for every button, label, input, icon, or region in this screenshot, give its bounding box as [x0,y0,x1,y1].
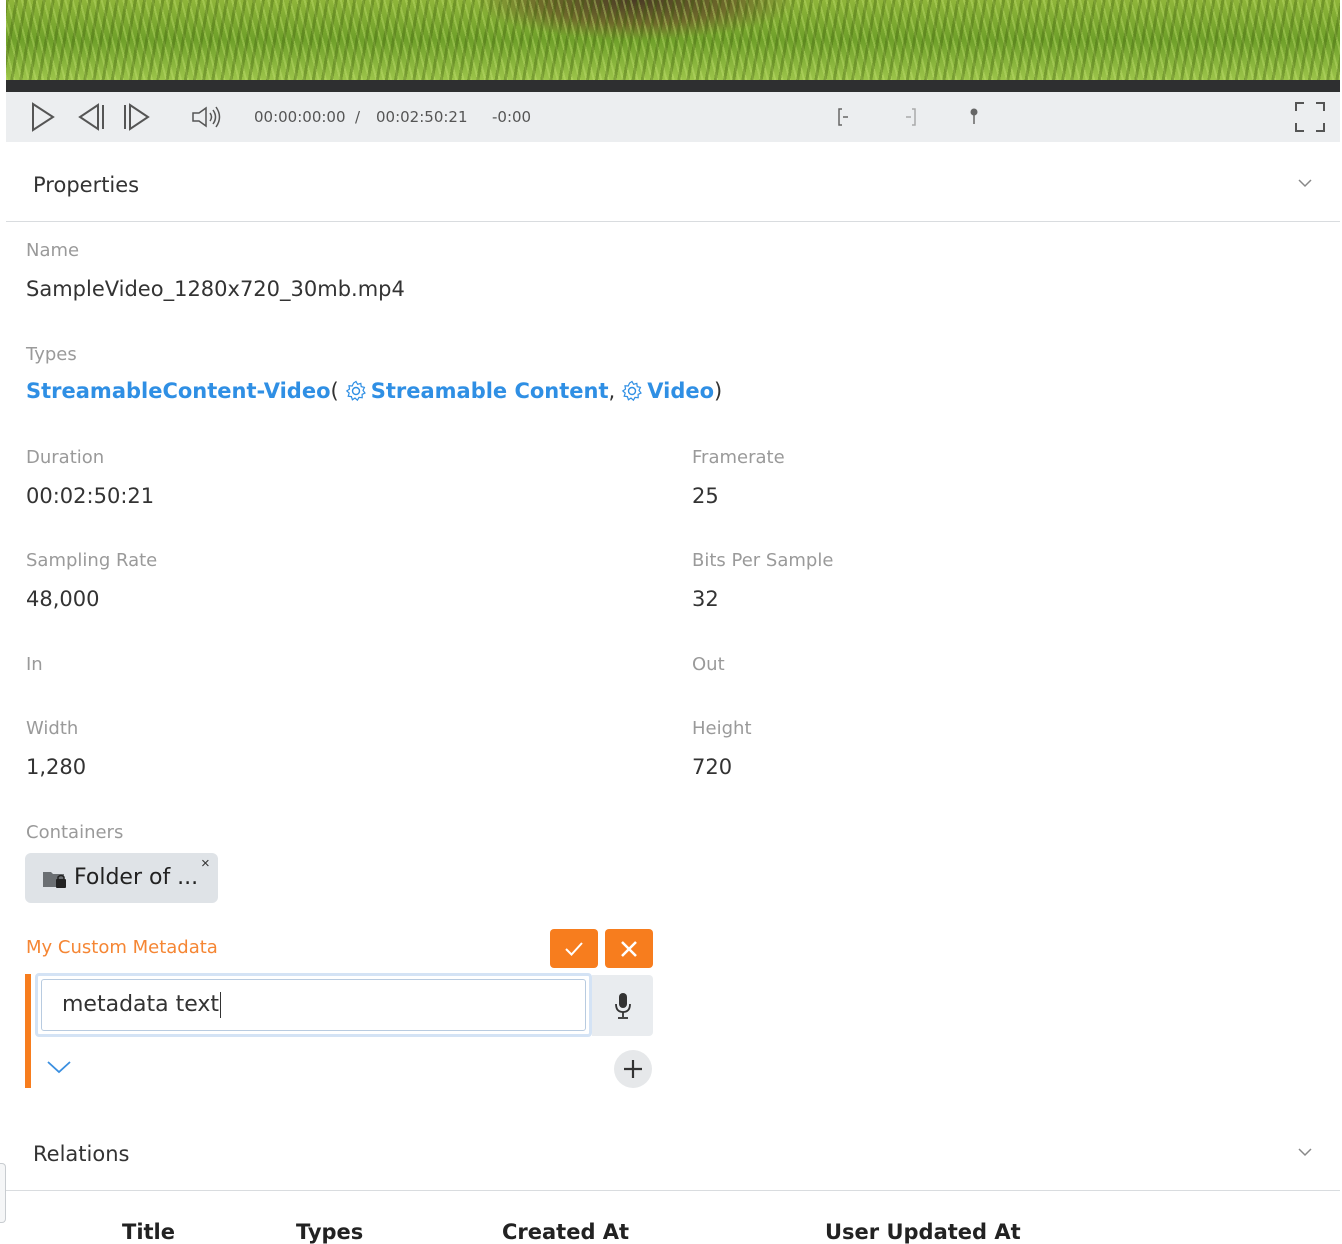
width-value: 1,280 [26,755,87,779]
types-label: Types [26,344,77,365]
width-label: Width [26,718,79,739]
step-back-icon [78,103,104,131]
bits-per-sample-label: Bits Per Sample [692,550,834,571]
side-panel-handle[interactable] [0,1163,6,1223]
editing-indicator-bar [25,974,31,1088]
fullscreen-icon [1295,102,1325,132]
step-forward-icon [124,103,150,131]
custom-metadata-label: My Custom Metadata [26,937,218,958]
add-marker-button[interactable] [962,92,986,142]
fullscreen-button[interactable] [1290,92,1330,142]
cancel-button[interactable] [605,929,653,968]
in-label: In [26,654,43,675]
types-comma: , [608,379,616,403]
containers-label: Containers [26,822,124,843]
marker-icon [970,108,978,124]
check-icon [565,941,583,956]
collapse-chevron-icon [1298,179,1312,188]
play-icon [32,102,55,132]
playback-progress-bar[interactable] [6,80,1340,92]
name-label: Name [26,240,80,261]
custom-metadata-input-focus-ring: metadata text [35,973,592,1037]
microphone-icon [614,992,631,1019]
gear-icon [345,380,366,402]
video-frame[interactable] [6,0,1340,80]
properties-header[interactable]: Properties [6,143,1340,222]
height-label: Height [692,718,752,739]
custom-metadata-input-value: metadata text [62,992,220,1017]
column-header-created-at[interactable]: Created At [502,1220,629,1244]
container-chip-label: Folder of ... [74,865,199,890]
current-time: 00:00:00:00 [254,108,346,126]
framerate-value: 25 [692,484,719,508]
framerate-label: Framerate [692,447,785,468]
collapse-chevron-icon [1298,1148,1312,1157]
locked-folder-icon [43,872,66,888]
properties-title: Properties [33,173,140,197]
mark-out-icon [906,108,916,126]
custom-metadata-input[interactable]: metadata text [41,979,586,1031]
step-back-button[interactable] [74,92,108,142]
volume-icon [192,106,221,128]
sampling-rate-label: Sampling Rate [26,550,158,571]
play-button[interactable] [26,92,60,142]
types-paren-open: ( [330,379,339,403]
duration-value: 00:02:50:21 [26,484,155,508]
type-link-video[interactable]: Video [647,379,714,403]
remove-container-button[interactable]: × [201,855,210,872]
bits-per-sample-value: 32 [692,587,719,611]
type-link-streamablecontent-video[interactable]: StreamableContent-Video [26,379,331,403]
mark-in-button[interactable] [832,92,856,142]
add-value-button[interactable] [614,1050,652,1088]
out-label: Out [692,654,725,675]
height-value: 720 [692,755,733,779]
plus-icon [624,1060,642,1078]
types-paren-close: ) [714,379,723,403]
voice-input-button[interactable] [592,975,653,1036]
close-icon [621,940,637,957]
name-value: SampleVideo_1280x720_30mb.mp4 [26,277,405,301]
player-controls: 00:00:00:00 / 00:02:50:21 -0:00 [6,92,1340,142]
remaining-time: -0:00 [492,108,532,126]
expand-chevron-icon[interactable] [47,1060,71,1074]
container-chip[interactable]: Folder of ... × [25,853,218,903]
column-header-title[interactable]: Title [122,1220,175,1244]
relations-header[interactable]: Relations [6,1112,1340,1191]
confirm-button[interactable] [550,929,598,968]
relations-title: Relations [33,1142,130,1166]
duration-label: Duration [26,447,105,468]
column-header-user-updated-at[interactable]: User Updated At [825,1220,1021,1244]
type-link-streamable-content[interactable]: Streamable Content [371,379,609,403]
sampling-rate-value: 48,000 [26,587,100,611]
gear-icon [622,380,643,402]
step-forward-button[interactable] [120,92,154,142]
volume-button[interactable] [188,92,224,142]
total-time: 00:02:50:21 [376,108,468,126]
types-value: StreamableContent-Video ( Streamable Con… [26,379,722,403]
column-header-types[interactable]: Types [296,1220,363,1244]
mark-out-button[interactable] [898,92,922,142]
text-caret [220,992,222,1018]
mark-in-icon [838,108,848,126]
time-separator: / [355,108,361,126]
